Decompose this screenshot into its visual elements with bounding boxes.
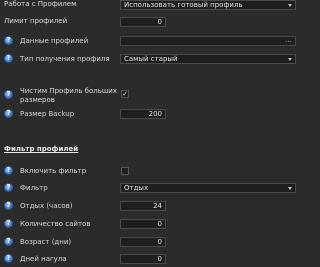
filter-type-value: Отдых (124, 184, 149, 192)
enable-filter-label: Включить фильтр (20, 167, 87, 175)
filter-type-row: ? Фильтр Отдых (0, 182, 300, 194)
sites-count-label: Количество сайтов (20, 220, 91, 228)
question-mark-circle-icon[interactable]: ? (4, 90, 13, 99)
question-mark-circle-icon[interactable]: ? (4, 54, 13, 63)
sites-count-input[interactable]: 0 (120, 219, 166, 229)
filter-type-label: Фильтр (20, 184, 48, 192)
work-with-profile-value: Использовать готовый профиль (124, 1, 243, 9)
work-with-profile-row: Работа с Профилем Использовать готовый п… (0, 0, 300, 10)
age-days-row: ? Возраст (дни) 0 (0, 236, 300, 248)
profile-data-row: ? Данные профилей … (0, 35, 300, 47)
age-days-label: Возраст (дни) (20, 238, 72, 246)
profile-get-type-row: ? Тип получения профиля Самый старый (0, 53, 300, 65)
work-with-profile-label: Работа с Профилем (4, 0, 77, 8)
days-away-label: Дней нагула (20, 255, 67, 263)
profile-get-type-label: Тип получения профиля (20, 55, 110, 63)
clean-large-profiles-label-line1: Чистим Профиль больших (20, 87, 117, 95)
profile-limit-label: Лимит профилей (4, 17, 68, 25)
question-mark-circle-icon[interactable]: ? (4, 237, 13, 246)
profile-data-label: Данные профилей (20, 37, 89, 45)
sites-count-row: ? Количество сайтов 0 (0, 218, 300, 230)
filter-section-title: Фильтр профилей (4, 145, 79, 153)
work-with-profile-select[interactable]: Использовать готовый профиль (120, 0, 296, 10)
clean-large-profiles-row: ? Чистим Профиль больших размеров ✓ (0, 86, 300, 106)
rest-hours-row: ? Отдых (часов) 24 (0, 200, 300, 212)
backup-size-label: Размер Backup (20, 110, 75, 118)
profile-get-type-select[interactable]: Самый старый (120, 54, 296, 64)
profile-data-input[interactable]: … (120, 36, 296, 46)
profile-get-type-value: Самый старый (124, 55, 178, 63)
profile-limit-row: Лимит профилей 0 (0, 17, 300, 27)
clean-large-profiles-label-line2: размеров (20, 96, 55, 104)
days-away-row: ? Дней нагула 0 (0, 253, 300, 265)
rest-hours-label: Отдых (часов) (20, 202, 73, 210)
days-away-input[interactable]: 0 (120, 254, 166, 264)
enable-filter-row: ? Включить фильтр (0, 165, 300, 177)
profile-limit-input[interactable]: 0 (120, 17, 166, 27)
rest-hours-input[interactable]: 24 (120, 201, 166, 211)
ellipsis-icon[interactable]: … (285, 37, 292, 44)
enable-filter-checkbox[interactable] (121, 167, 129, 175)
chevron-down-icon (288, 187, 292, 190)
filter-type-select[interactable]: Отдых (120, 183, 296, 193)
question-mark-circle-icon[interactable]: ? (4, 183, 13, 192)
chevron-down-icon (288, 58, 292, 61)
question-mark-circle-icon[interactable]: ? (4, 166, 13, 175)
question-mark-circle-icon[interactable]: ? (4, 36, 13, 45)
chevron-down-icon (288, 4, 292, 7)
clean-large-profiles-checkbox[interactable]: ✓ (121, 90, 129, 98)
question-mark-circle-icon[interactable]: ? (4, 109, 13, 118)
question-mark-circle-icon[interactable]: ? (4, 219, 13, 228)
age-days-input[interactable]: 0 (120, 237, 166, 247)
question-mark-circle-icon[interactable]: ? (4, 254, 13, 263)
backup-size-input[interactable]: 200 (120, 109, 166, 119)
backup-size-row: ? Размер Backup 200 (0, 108, 300, 120)
question-mark-circle-icon[interactable]: ? (4, 201, 13, 210)
